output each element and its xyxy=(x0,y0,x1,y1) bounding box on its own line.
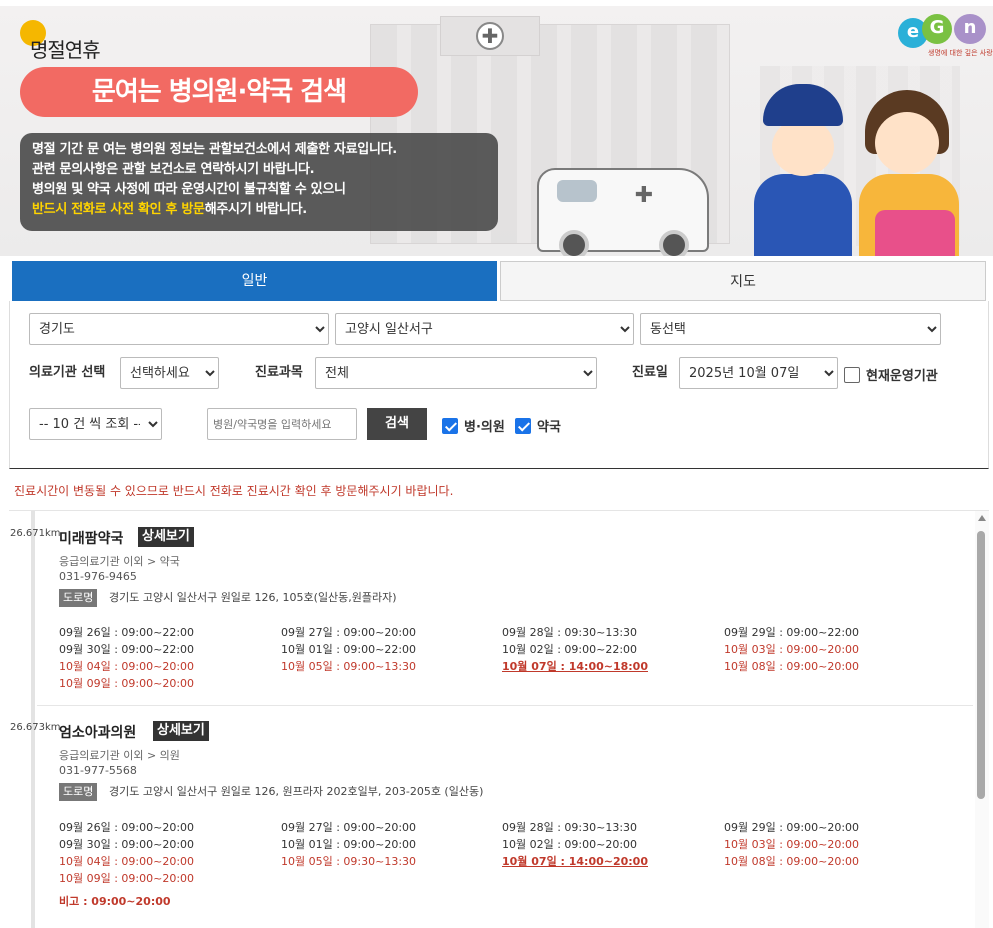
hours-entry: 09월 29일 : 09:00~20:00 xyxy=(724,821,860,834)
hours-entry: 09월 27일 : 09:00~20:00 xyxy=(281,626,417,639)
hours-entry: 10월 09일 : 09:00~20:00 xyxy=(59,677,195,690)
notice-line-1: 명절 기간 문 여는 병의원 정보는 관할보건소에서 제출한 자료입니다. xyxy=(32,142,397,157)
boy-face xyxy=(772,118,834,176)
hours-entry: 09월 27일 : 09:00~20:00 xyxy=(281,821,417,834)
girl-skirt xyxy=(875,210,955,256)
date-select[interactable]: 2025년 10월 07일 xyxy=(679,357,838,389)
hours-entry: 10월 09일 : 09:00~20:00 xyxy=(59,872,195,885)
notice-line-4: 반드시 전화로 사전 확인 후 방문해주시기 바랍니다. xyxy=(32,200,488,220)
hours-entry: 10월 02일 : 09:00~22:00 xyxy=(502,643,638,656)
scroll-up-arrow-icon[interactable] xyxy=(978,515,986,521)
logo-letter-g: G xyxy=(922,14,952,44)
page-title: 문여는 병의원·약국 검색 xyxy=(20,67,418,117)
road-address-badge: 도로명 xyxy=(59,589,98,607)
province-select[interactable]: 경기도 xyxy=(29,313,329,345)
hours-entry: 10월 08일 : 09:00~20:00 xyxy=(724,660,860,673)
hours-entry: 10월 05일 : 09:00~13:30 xyxy=(281,660,417,673)
facility-name[interactable]: 미래팜약국 xyxy=(59,528,123,548)
hours-entry: 10월 08일 : 09:00~20:00 xyxy=(724,855,860,868)
ambulance-cross-icon: ✚ xyxy=(634,183,654,208)
search-input[interactable] xyxy=(207,408,357,440)
hours-entry: 09월 26일 : 09:00~22:00 xyxy=(59,626,195,639)
hours-entry: 10월 07일 : 14:00~20:00 xyxy=(502,855,648,868)
boy-hat xyxy=(763,84,843,126)
hours-entry: 09월 26일 : 09:00~20:00 xyxy=(59,821,195,834)
hours-entry: 10월 05일 : 09:30~13:30 xyxy=(281,855,417,868)
hours-entry: 10월 03일 : 09:00~20:00 xyxy=(724,643,860,656)
medical-cross-icon: ✚ xyxy=(476,22,504,50)
road-address-badge: 도로명 xyxy=(59,783,98,801)
logo-tagline: 생명에 대한 깊은 사랑 xyxy=(928,49,993,57)
ambulance-wheel-front xyxy=(559,230,589,256)
facility-category: 응급의료기관 이외 > 약국 xyxy=(59,555,180,568)
hours-entry: 09월 28일 : 09:30~13:30 xyxy=(502,821,638,834)
dong-select[interactable]: 동선택 xyxy=(640,313,941,345)
notice-box: 명절 기간 문 여는 병의원 정보는 관할보건소에서 제출한 자료입니다. 관련… xyxy=(20,133,498,231)
institution-label: 의료기관 선택 xyxy=(29,365,106,380)
hours-entry: 10월 04일 : 09:00~20:00 xyxy=(59,660,195,673)
hours-entry: 10월 02일 : 09:00~20:00 xyxy=(502,838,638,851)
hospital-checkbox[interactable] xyxy=(442,417,458,434)
pharmacy-label: 약국 xyxy=(537,420,561,435)
distance-label: 26.673km xyxy=(10,722,61,733)
ambulance-illustration: ✚ xyxy=(537,168,709,256)
facility-category: 응급의료기관 이외 > 의원 xyxy=(59,749,180,762)
hospital-toggle[interactable]: 병·의원 xyxy=(442,416,505,435)
scrollbar-thumb[interactable] xyxy=(977,531,985,799)
tab-general[interactable]: 일반 xyxy=(12,261,497,301)
boy-hanbok-illustration xyxy=(748,78,858,256)
page-size-select[interactable]: -- 10 건 씩 조회 -- xyxy=(29,408,162,440)
hours-entry: 10월 07일 : 14:00~18:00 xyxy=(502,660,648,673)
warning-text: 진료시간이 변동될 수 있으므로 반드시 전화로 진료시간 확인 후 방문해주시… xyxy=(14,484,454,498)
open-now-label: 현재운영기관 xyxy=(866,369,938,384)
hours-entry: 10월 01일 : 09:00~20:00 xyxy=(281,838,417,851)
logo-letter-n: n xyxy=(954,14,986,44)
timeline-line xyxy=(31,511,35,928)
city-select[interactable]: 고양시 일산서구 xyxy=(335,313,634,345)
hours-entry: 09월 29일 : 09:00~22:00 xyxy=(724,626,860,639)
notice-highlight: 반드시 전화로 사전 확인 후 방문 xyxy=(32,202,205,217)
department-label: 진료과목 xyxy=(255,365,303,380)
department-select[interactable]: 전체 xyxy=(315,357,597,389)
open-now-checkbox[interactable] xyxy=(844,366,860,383)
ambulance-wheel-back xyxy=(659,230,689,256)
hospital-label: 병·의원 xyxy=(464,420,505,435)
facility-note: 비고 : 09:00~20:00 xyxy=(59,895,171,908)
girl-face xyxy=(875,112,939,174)
hours-entry: 09월 30일 : 09:00~22:00 xyxy=(59,643,195,656)
boy-body xyxy=(754,174,852,256)
hours-entry: 10월 01일 : 09:00~22:00 xyxy=(281,643,417,656)
facility-address: 경기도 고양시 일산서구 원일로 126, 원프라자 202호일부, 203-2… xyxy=(109,785,484,798)
result-divider xyxy=(37,705,973,706)
search-button[interactable]: 검색 xyxy=(367,408,427,440)
institution-select[interactable]: 선택하세요 xyxy=(120,357,219,389)
hours-entry: 09월 30일 : 09:00~20:00 xyxy=(59,838,195,851)
pharmacy-toggle[interactable]: 약국 xyxy=(515,416,561,435)
girl-hanbok-illustration xyxy=(855,90,963,256)
results-list[interactable]: 26.671km 미래팜약국 상세보기 응급의료기관 이외 > 약국 031-9… xyxy=(9,510,989,928)
banner: ✚ 명절연휴 문여는 병의원·약국 검색 명절 기간 문 여는 병의원 정보는 … xyxy=(0,6,993,256)
pharmacy-checkbox[interactable] xyxy=(515,417,531,434)
facility-address: 경기도 고양시 일산서구 원일로 126, 105호(일산동,원플라자) xyxy=(109,591,397,604)
notice-line-3: 병의원 및 약국 사정에 따라 운영시간이 불규칙할 수 있으니 xyxy=(32,182,346,197)
detail-button[interactable]: 상세보기 xyxy=(138,527,194,547)
facility-phone[interactable]: 031-976-9465 xyxy=(59,570,137,583)
distance-label: 26.671km xyxy=(10,528,61,539)
date-label: 진료일 xyxy=(632,365,668,380)
ambulance-window xyxy=(557,180,597,202)
facility-name[interactable]: 엄소아과의원 xyxy=(59,722,136,742)
detail-button[interactable]: 상세보기 xyxy=(153,721,209,741)
hours-entry: 09월 28일 : 09:30~13:30 xyxy=(502,626,638,639)
hours-entry: 10월 04일 : 09:00~20:00 xyxy=(59,855,195,868)
facility-phone[interactable]: 031-977-5568 xyxy=(59,764,137,777)
hours-entry: 10월 03일 : 09:00~20:00 xyxy=(724,838,860,851)
egen-logo[interactable]: e G n 생명에 대한 깊은 사랑 xyxy=(898,12,993,57)
holiday-label: 명절연휴 xyxy=(30,38,101,62)
notice-tail: 해주시기 바랍니다. xyxy=(204,202,307,217)
tab-map[interactable]: 지도 xyxy=(500,261,986,301)
open-now-toggle[interactable]: 현재운영기관 xyxy=(844,365,938,384)
notice-line-2: 관련 문의사항은 관할 보건소로 연락하시기 바랍니다. xyxy=(32,162,315,177)
